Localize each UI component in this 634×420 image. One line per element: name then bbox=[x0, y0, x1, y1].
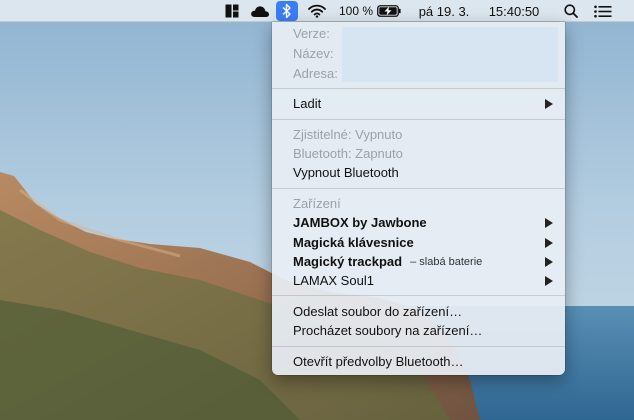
name-label: Název: bbox=[293, 46, 334, 61]
device-item-lamax-soul1[interactable]: LAMAX Soul1 bbox=[272, 271, 565, 290]
device-name: Magická klávesnice bbox=[293, 235, 414, 250]
submenu-arrow-icon bbox=[545, 257, 553, 267]
separator bbox=[272, 188, 565, 189]
debug-label: Ladit bbox=[293, 96, 322, 111]
discoverable-text: Zjistitelné: Vypnuto bbox=[293, 127, 403, 142]
open-preferences-label: Otevřít předvolby Bluetooth… bbox=[293, 354, 464, 369]
menu-bar: 100 % pá 19. 3. 15:40:50 bbox=[0, 0, 634, 22]
separator bbox=[272, 119, 565, 120]
battery-percent[interactable]: 100 % bbox=[336, 0, 376, 22]
status-bluetooth: Bluetooth: Zapnuto bbox=[272, 144, 565, 163]
submenu-arrow-icon bbox=[545, 238, 553, 248]
device-name: JAMBOX by Jawbone bbox=[293, 215, 427, 230]
separator bbox=[272, 295, 565, 296]
separator bbox=[272, 88, 565, 89]
cloud-icon[interactable] bbox=[247, 0, 273, 22]
status-discoverable: Zjistitelné: Vypnuto bbox=[272, 125, 565, 144]
turn-off-bluetooth-label: Vypnout Bluetooth bbox=[293, 165, 399, 180]
device-item-magic-keyboard[interactable]: Magická klávesnice bbox=[272, 233, 565, 252]
date-display[interactable]: pá 19. 3. bbox=[413, 0, 475, 22]
version-label: Verze: bbox=[293, 26, 330, 41]
device-item-magic-trackpad[interactable]: Magický trackpad – slabá baterie bbox=[272, 252, 565, 271]
devices-header-text: Zařízení bbox=[293, 196, 341, 211]
time-display[interactable]: 15:40:50 bbox=[480, 0, 548, 22]
address-label: Adresa: bbox=[293, 66, 338, 81]
search-icon[interactable] bbox=[561, 0, 581, 22]
send-file-label: Odeslat soubor do zařízení… bbox=[293, 304, 463, 319]
submenu-arrow-icon bbox=[545, 99, 553, 109]
wifi-icon[interactable] bbox=[305, 0, 329, 22]
submenu-arrow-icon bbox=[545, 276, 553, 286]
bluetooth-status-text: Bluetooth: Zapnuto bbox=[293, 146, 403, 161]
device-item-jambox[interactable]: JAMBOX by Jawbone bbox=[272, 213, 565, 232]
menu-item-send-file[interactable]: Odeslat soubor do zařízení… bbox=[272, 302, 565, 321]
menu-item-turn-off-bluetooth[interactable]: Vypnout Bluetooth bbox=[272, 163, 565, 182]
battery-percent-text: 100 % bbox=[338, 4, 374, 18]
separator bbox=[272, 346, 565, 347]
device-name: Magický trackpad bbox=[293, 254, 403, 269]
low-battery-note: – slabá baterie bbox=[410, 255, 483, 268]
menu-item-browse-files[interactable]: Procházet soubory na zařízení… bbox=[272, 321, 565, 340]
time-text: 15:40:50 bbox=[488, 3, 540, 19]
window-layout-icon[interactable] bbox=[222, 0, 242, 22]
device-name: LAMAX Soul1 bbox=[293, 273, 374, 288]
date-text: pá 19. 3. bbox=[418, 3, 470, 19]
menu-item-debug[interactable]: Ladit bbox=[272, 94, 565, 113]
bluetooth-icon[interactable] bbox=[276, 1, 298, 21]
redacted-info-area bbox=[342, 27, 558, 82]
battery-charging-icon[interactable] bbox=[376, 0, 402, 22]
browse-files-label: Procházet soubory na zařízení… bbox=[293, 323, 483, 338]
menu-item-open-bluetooth-preferences[interactable]: Otevřít předvolby Bluetooth… bbox=[272, 352, 565, 371]
devices-header: Zařízení bbox=[272, 194, 565, 213]
notification-center-icon[interactable] bbox=[592, 0, 614, 22]
submenu-arrow-icon bbox=[545, 218, 553, 228]
